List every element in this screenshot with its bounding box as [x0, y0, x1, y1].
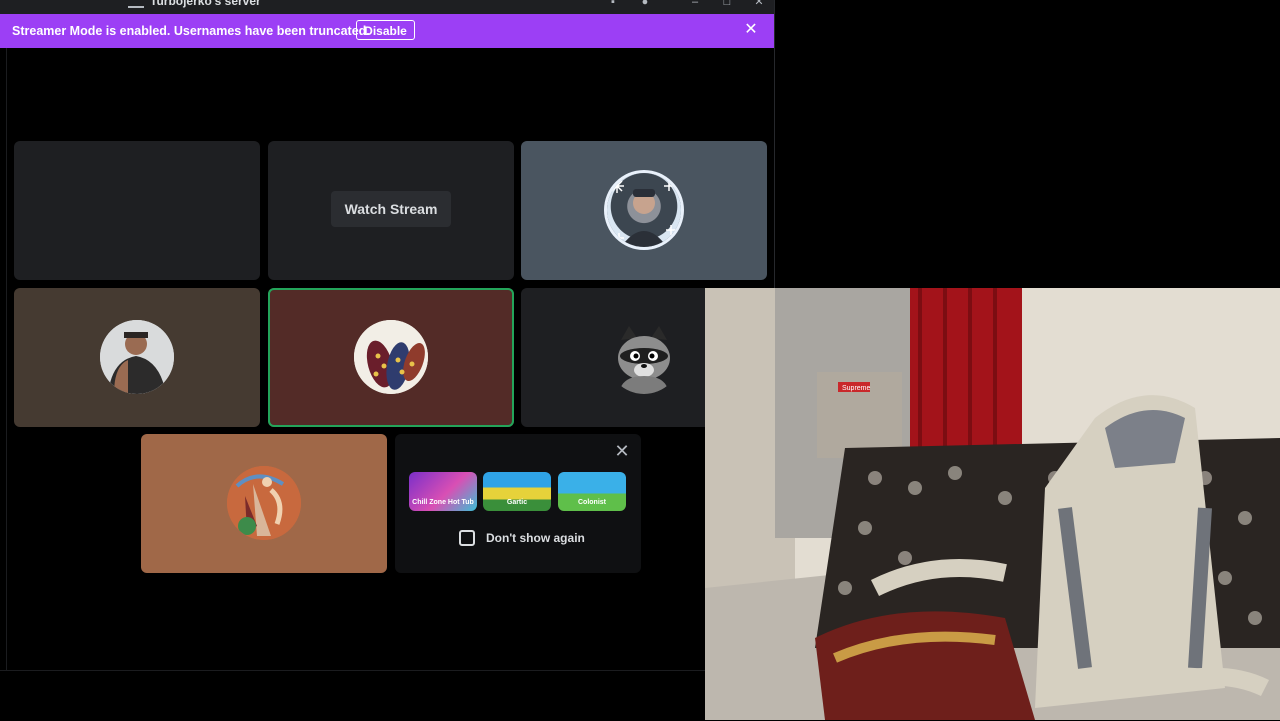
- minimize-icon[interactable]: –: [688, 0, 702, 8]
- streamer-mode-message: Streamer Mode is enabled. Usernames have…: [12, 24, 370, 38]
- participant-tile[interactable]: [14, 288, 260, 427]
- watch-stream-button[interactable]: Watch Stream: [331, 191, 451, 227]
- raccoon-avatar-icon: [607, 320, 681, 394]
- game-tile[interactable]: Colonist: [558, 472, 626, 511]
- sign-text: Supreme: [842, 385, 871, 392]
- discord-window: Turbojerko's server ▪ ● – □ ✕ Streamer M…: [0, 0, 775, 721]
- webcam-feed: Supreme: [705, 288, 1280, 720]
- stream-tile[interactable]: Watch Stream: [268, 141, 514, 280]
- game-tile[interactable]: Chill Zone Hot Tub: [409, 472, 477, 511]
- participant-tile[interactable]: [521, 141, 767, 280]
- game-tile[interactable]: Gartic: [483, 472, 551, 511]
- snowflake-frame-avatar-icon: [607, 173, 681, 247]
- bedroom-scene-image: Supreme: [705, 288, 1280, 720]
- close-window-icon[interactable]: ✕: [752, 0, 766, 8]
- server-name: Turbojerko's server: [150, 0, 261, 8]
- close-icon[interactable]: ✕: [613, 442, 631, 460]
- activities-promo-card: ✕ Chill Zone Hot Tub Gartic Colonist Don…: [395, 434, 641, 573]
- participant-tile[interactable]: [141, 434, 387, 573]
- streamer-mode-banner: Streamer Mode is enabled. Usernames have…: [0, 14, 774, 48]
- artwork-avatar-icon: [227, 466, 301, 540]
- server-icon: [128, 0, 144, 8]
- sidebar-edge: [0, 48, 7, 670]
- close-icon[interactable]: ✕: [743, 21, 759, 39]
- participant-tile-speaking[interactable]: [268, 288, 514, 427]
- voice-controls-bar: [0, 670, 774, 721]
- inbox-icon[interactable]: ▪: [606, 0, 620, 8]
- dont-show-again-label: Don't show again: [486, 531, 585, 545]
- title-bar: Turbojerko's server ▪ ● – □ ✕: [0, 0, 774, 14]
- help-icon[interactable]: ●: [638, 0, 652, 8]
- dont-show-again-checkbox[interactable]: [459, 530, 475, 546]
- disable-streamer-mode-button[interactable]: Disable: [356, 20, 415, 40]
- maximize-icon[interactable]: □: [720, 0, 734, 8]
- corn-avatar-icon: [354, 320, 428, 394]
- user-avatar-icon: [100, 320, 174, 394]
- participant-tile-empty[interactable]: [14, 141, 260, 280]
